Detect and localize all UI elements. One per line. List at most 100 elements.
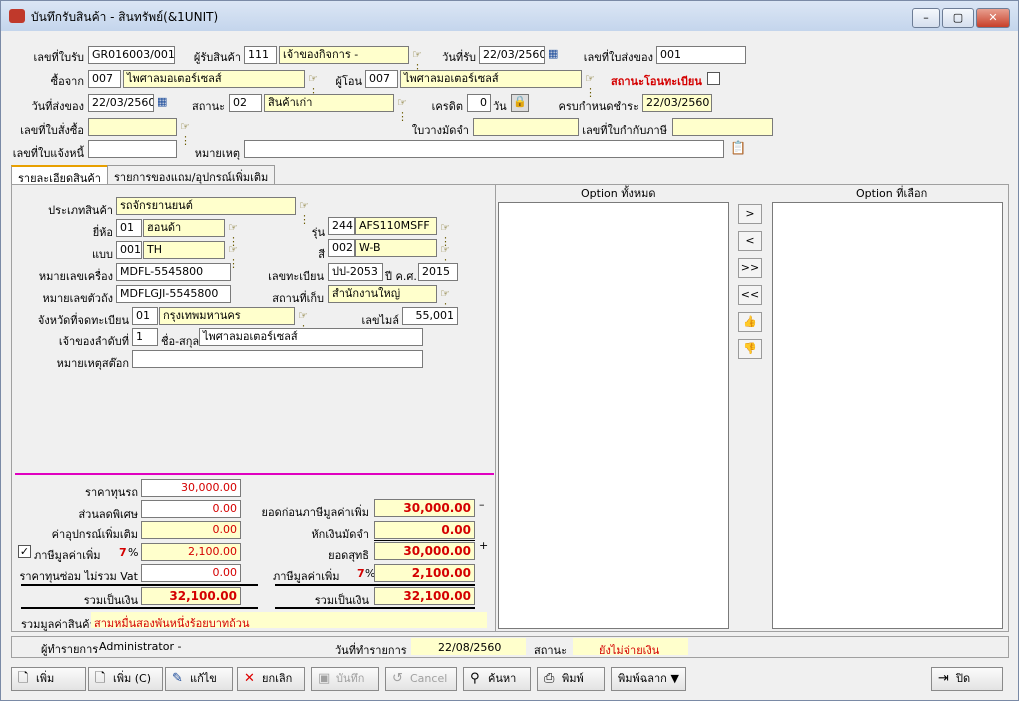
color-field[interactable]: W-B (355, 239, 437, 257)
doc-no-field[interactable]: GR016003/0013 (88, 46, 175, 64)
vat2-label: ภาษีมูลค่าเพิ่ม (273, 570, 340, 583)
due-date-field[interactable]: 22/03/2560 (642, 94, 712, 112)
model-lookup-icon[interactable]: ☞⋮ (440, 221, 456, 248)
transferor-lookup-icon[interactable]: ☞⋮ (585, 72, 601, 99)
cancel-doc-button[interactable]: ✕ ยกเลิก (237, 667, 305, 691)
save-icon: ▣ (318, 671, 331, 686)
transferor-code-field[interactable]: 007 (365, 70, 398, 88)
net-field[interactable]: 30,000.00 (374, 542, 475, 560)
tax-inv-field[interactable] (672, 118, 773, 136)
total2-field[interactable]: 32,100.00 (374, 587, 475, 605)
add-button[interactable]: 🗋 เพิ่ม (11, 667, 86, 691)
vat-field[interactable]: 2,100.00 (141, 543, 241, 561)
before-vat-field[interactable]: 30,000.00 (374, 499, 475, 517)
stock-remark-field[interactable] (132, 350, 423, 368)
cancel-button[interactable]: ↺ Cancel (385, 667, 457, 691)
cancel-button-label: Cancel (410, 672, 448, 685)
remove-all-options-button[interactable]: << (738, 285, 762, 305)
owner-name-field[interactable]: ไพศาลมอเตอร์เซลส์ (199, 328, 423, 346)
style-code-field[interactable]: 001 (116, 241, 142, 259)
receiver-code-field[interactable]: 111 (244, 46, 277, 64)
ship-no-field[interactable]: 001 (656, 46, 746, 64)
status-code-field[interactable]: 02 (229, 94, 262, 112)
options-selected-list[interactable] (772, 202, 1003, 629)
calendar-icon[interactable]: ▦ (157, 95, 173, 109)
debt-field[interactable] (88, 140, 177, 158)
status-name-field[interactable]: สินค้าเก่า (264, 94, 394, 112)
acc-field[interactable]: 0.00 (141, 521, 241, 539)
save-button[interactable]: ▣ บันทึก (311, 667, 379, 691)
total-field[interactable]: 32,100.00 (141, 587, 241, 605)
color-lookup-icon[interactable]: ☞⋮ (440, 243, 456, 270)
search-button[interactable]: ⚲ ค้นหา (463, 667, 531, 691)
close-window-button[interactable]: ✕ (976, 8, 1010, 28)
owner-no-field[interactable]: 1 (132, 328, 158, 346)
transferor-name-field[interactable]: ไพศาลมอเตอร์เซลส์ (400, 70, 582, 88)
options-all-label: Option ทั้งหมด (581, 187, 656, 200)
minimize-button[interactable]: – (912, 8, 940, 28)
buy-from-lookup-icon[interactable]: ☞⋮ (308, 72, 324, 99)
model-code-field[interactable]: 244 (328, 217, 355, 235)
province-lookup-icon[interactable]: ☞⋮ (298, 309, 314, 336)
buy-from-label: ซื้อจาก (50, 75, 84, 88)
receiver-name-field[interactable]: เจ้าของกิจการ - (279, 46, 409, 64)
add-copy-button[interactable]: 🗋 เพิ่ม (C) (88, 667, 163, 691)
tab-detail[interactable]: รายละเอียดสินค้า (11, 165, 108, 185)
tab-accessories[interactable]: รายการของแถม/อุปกรณ์เพิ่มเติม (107, 165, 276, 185)
status-lookup-icon[interactable]: ☞⋮ (397, 96, 413, 123)
type-field[interactable]: รถจักรยานยนต์ (116, 197, 296, 215)
deposit-field[interactable] (473, 118, 579, 136)
remark-field[interactable] (244, 140, 724, 158)
plate-field[interactable]: ปป-2053 (328, 263, 383, 281)
engine-field[interactable]: MDFL-5545800 (116, 263, 231, 281)
reg-status-checkbox[interactable] (707, 72, 720, 85)
type-lookup-icon[interactable]: ☞⋮ (299, 199, 315, 226)
add-all-options-button[interactable]: >> (738, 258, 762, 278)
remove-option-button[interactable]: < (738, 231, 762, 251)
location-field[interactable]: สำนักงานใหญ่ (328, 285, 437, 303)
vat-pct-sign: % (128, 546, 139, 559)
vat2-field[interactable]: 2,100.00 (374, 564, 475, 582)
style-field[interactable]: TH (143, 241, 225, 259)
province-code-field[interactable]: 01 (132, 307, 158, 325)
brand-lookup-icon[interactable]: ☞⋮ (228, 221, 244, 248)
status-value: ยังไม่จ่ายเงิน (599, 644, 660, 657)
ship-date-field[interactable]: 22/03/2560 (88, 94, 154, 112)
receiver-lookup-icon[interactable]: ☞⋮ (412, 48, 428, 75)
reg-status-label: สถานะโอนทะเบียน (611, 75, 702, 88)
brand-code-field[interactable]: 01 (116, 219, 142, 237)
color-code-field[interactable]: 002 (328, 239, 355, 257)
calendar-icon[interactable]: ▦ (548, 47, 564, 61)
vat-checkbox[interactable]: ✓ (18, 545, 31, 558)
recv-date-field[interactable]: 22/03/2560 (479, 46, 545, 64)
chassis-field[interactable]: MDFLGJI-5545800 (116, 285, 231, 303)
print-button[interactable]: ⎙ พิมพ์ (537, 667, 605, 691)
options-all-list[interactable] (498, 202, 729, 629)
model-field[interactable]: AFS110MSFF (355, 217, 437, 235)
po-field[interactable] (88, 118, 177, 136)
print-label-button[interactable]: พิมพ์ฉลาก ▼ (611, 667, 686, 691)
notes-icon[interactable]: 📋 (730, 142, 746, 156)
move-up-icon[interactable]: 👍 (738, 312, 762, 332)
edit-button[interactable]: ✎ แก้ไข (165, 667, 233, 691)
discount-field[interactable]: 0.00 (141, 500, 241, 518)
owner-no-label: เจ้าของลำดับที่ (58, 335, 129, 348)
mileage-field[interactable]: 55,001 (402, 307, 458, 325)
style-lookup-icon[interactable]: ☞⋮ (228, 243, 244, 270)
deduct-field[interactable]: 0.00 (374, 521, 475, 539)
lock-icon[interactable]: 🔒 (511, 94, 529, 112)
po-lookup-icon[interactable]: ☞⋮ (180, 120, 196, 147)
close-button[interactable]: ⇥ ปิด (931, 667, 1003, 691)
move-down-icon[interactable]: 👎 (738, 339, 762, 359)
credit-field[interactable]: 0 (467, 94, 491, 112)
location-lookup-icon[interactable]: ☞⋮ (440, 287, 456, 314)
buy-from-name-field[interactable]: ไพศาลมอเตอร์เซลส์ (123, 70, 305, 88)
repair-field[interactable]: 0.00 (141, 564, 241, 582)
brand-field[interactable]: ฮอนด้า (143, 219, 225, 237)
cost-field[interactable]: 30,000.00 (141, 479, 241, 497)
add-option-button[interactable]: > (738, 204, 762, 224)
province-field[interactable]: กรุงเทพมหานคร (159, 307, 295, 325)
year-field[interactable]: 2015 (418, 263, 458, 281)
maximize-button[interactable]: ▢ (942, 8, 974, 28)
buy-from-code-field[interactable]: 007 (88, 70, 121, 88)
